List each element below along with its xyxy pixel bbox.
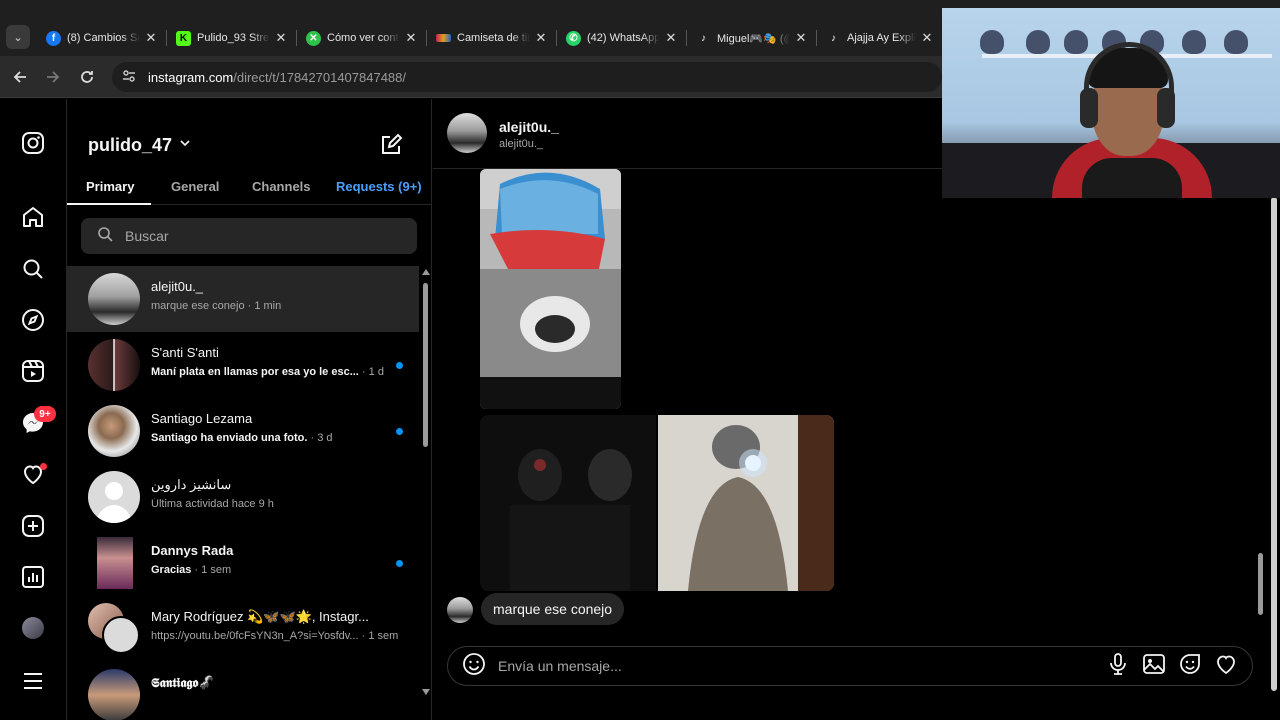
new-message-icon[interactable] <box>379 133 403 157</box>
avatar <box>88 471 140 523</box>
heart-icon[interactable] <box>1214 652 1238 681</box>
close-tab-icon[interactable]: ✕ <box>144 30 158 46</box>
conversation-list-panel: pulido_47 Primary General Channels Reque… <box>67 99 432 720</box>
avatar <box>102 616 140 654</box>
create-icon[interactable] <box>21 514 45 538</box>
unread-messages-badge: 9+ <box>34 406 56 422</box>
explore-icon[interactable] <box>21 308 45 332</box>
inbox-scrollbar[interactable] <box>421 267 430 697</box>
chevron-down-icon[interactable] <box>179 137 191 152</box>
facebook-icon: f <box>46 30 61 46</box>
unread-dot <box>396 428 403 435</box>
home-icon[interactable] <box>21 205 45 229</box>
reload-icon[interactable] <box>75 65 99 89</box>
site-info-icon[interactable] <box>122 69 136 86</box>
back-icon[interactable] <box>8 65 32 89</box>
close-tab-icon[interactable]: ✕ <box>274 30 288 46</box>
tab-primary[interactable]: Primary <box>86 179 134 194</box>
conversation-item[interactable]: Dannys Rada Gracias · 1 sem <box>67 530 419 596</box>
xda-icon: ✕ <box>306 30 321 46</box>
search-input[interactable] <box>125 228 405 244</box>
conversation-item[interactable]: S'anti S'anti Maní plata en llamas por e… <box>67 332 419 398</box>
page-scrollbar[interactable] <box>1269 197 1279 697</box>
tab-channels[interactable]: Channels <box>252 179 311 194</box>
close-tab-icon[interactable]: ✕ <box>664 30 678 46</box>
conversation-item[interactable]: Santiago Lezama Santiago ha enviado una … <box>67 398 419 464</box>
message-input[interactable] <box>498 658 1106 674</box>
image-icon[interactable] <box>1142 652 1166 681</box>
url-host: instagram.com <box>148 69 234 85</box>
avatar[interactable] <box>447 113 487 153</box>
message-bubble[interactable]: marque ese conejo <box>481 593 625 625</box>
browser-tab[interactable]: ✕ Cómo ver contenido ✕ <box>298 24 426 52</box>
notification-dot <box>40 463 47 470</box>
emoji-icon[interactable] <box>462 652 486 681</box>
shared-photo[interactable] <box>480 415 656 591</box>
tab-general[interactable]: General <box>171 179 219 194</box>
instagram-logo-icon[interactable] <box>21 131 45 155</box>
instagram-nav-rail: 9+ <box>0 99 67 720</box>
message-composer[interactable] <box>447 646 1253 686</box>
browser-tab[interactable]: ✆ (42) WhatsApp Business ✕ <box>558 24 686 52</box>
menu-icon[interactable] <box>21 669 45 693</box>
active-tab-indicator <box>67 203 151 205</box>
tab-requests[interactable]: Requests (9+) <box>336 179 422 194</box>
reels-icon[interactable] <box>21 359 45 383</box>
microphone-icon[interactable] <box>1106 652 1130 681</box>
profile-avatar[interactable] <box>22 617 44 639</box>
unread-dot <box>396 362 403 369</box>
browser-tab[interactable]: ♪ Miguel🎮🎭 (@ ✕ <box>688 24 816 52</box>
address-bar[interactable]: instagram.com/direct/t/17842701407847488… <box>112 62 942 92</box>
close-tab-icon[interactable]: ✕ <box>920 30 934 46</box>
avatar <box>88 339 140 391</box>
conversation-item[interactable]: Mary Rodríguez 💫🦋🦋🌟, Instagr... https://… <box>67 596 419 662</box>
shared-photo[interactable] <box>658 415 834 591</box>
shop-icon <box>436 34 451 42</box>
sticker-icon[interactable] <box>1178 652 1202 681</box>
avatar <box>88 669 140 720</box>
browser-tab[interactable]: ♪ Ajajja Ay Explique ✕ <box>818 24 942 52</box>
chat-scrollbar[interactable] <box>1256 197 1266 627</box>
avatar <box>447 597 473 623</box>
avatar <box>97 537 133 589</box>
avatar <box>88 405 140 457</box>
kick-icon: K <box>176 30 191 46</box>
tab-list-button[interactable]: ⌄ <box>6 25 30 49</box>
account-switcher[interactable]: pulido_47 <box>88 135 172 156</box>
tiktok-icon: ♪ <box>701 32 706 44</box>
browser-tab[interactable]: K Pulido_93 Stream ✕ <box>168 24 296 52</box>
unread-dot <box>396 560 403 567</box>
close-tab-icon[interactable]: ✕ <box>794 30 808 46</box>
shared-photo[interactable] <box>480 169 621 409</box>
search-icon[interactable] <box>21 257 45 281</box>
url-path: /direct/t/17842701407847488/ <box>233 69 407 85</box>
conversation-item[interactable]: 𝕾𝖆𝖓𝖙𝖎𝖆𝖌𝖔🦨 <box>67 662 419 720</box>
avatar <box>88 273 140 325</box>
dashboard-icon[interactable] <box>21 565 45 589</box>
conversation-item[interactable]: alejit0u._ marque ese conejo · 1 min <box>67 266 419 332</box>
close-tab-icon[interactable]: ✕ <box>404 30 418 46</box>
tiktok-icon: ♪ <box>831 32 836 44</box>
conversation-item[interactable]: سانشيز داروين Última actividad hace 9 h <box>67 464 419 530</box>
browser-tab[interactable]: f (8) Cambios Sobre ✕ <box>38 24 166 52</box>
chat-contact-handle: alejit0u._ <box>499 138 544 150</box>
chat-contact-name[interactable]: alejit0u._ <box>499 119 559 135</box>
whatsapp-icon: ✆ <box>566 30 581 46</box>
search-icon <box>97 226 113 247</box>
browser-tab[interactable]: Camiseta de tirantes ✕ <box>428 24 556 52</box>
search-box[interactable] <box>81 218 417 254</box>
inbox-tabs: Primary General Channels Requests (9+) <box>67 169 431 205</box>
webcam-overlay <box>942 8 1280 198</box>
forward-icon[interactable] <box>41 65 65 89</box>
close-tab-icon[interactable]: ✕ <box>534 30 548 46</box>
